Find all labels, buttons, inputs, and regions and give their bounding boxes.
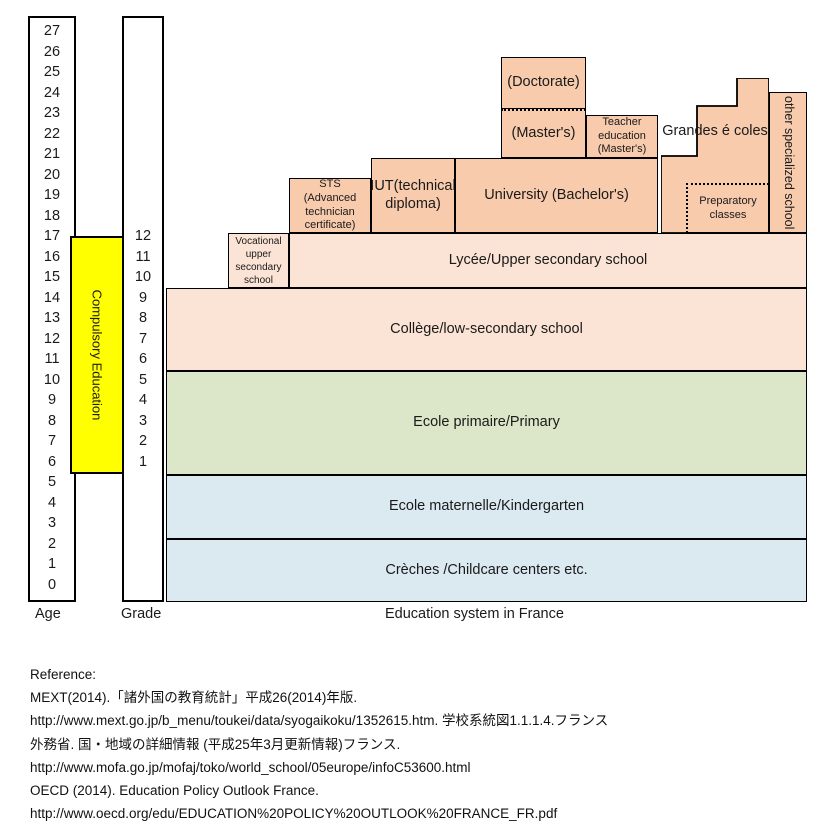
block-vocational-label: Vocational upper secondary school	[235, 235, 282, 286]
grade-tick: 5	[138, 371, 148, 388]
age-tick: 14	[43, 289, 61, 306]
age-tick: 4	[47, 494, 57, 511]
age-tick: 22	[43, 125, 61, 142]
reference-line: http://www.mofa.go.jp/mofaj/toko/world_s…	[30, 759, 471, 775]
age-tick: 2	[47, 535, 57, 552]
reference-line: OECD (2014). Education Policy Outlook Fr…	[30, 783, 319, 799]
block-sts-label: STS (Advanced technician certificate)	[303, 178, 357, 232]
block-ecole-primaire: Ecole primaire/Primary	[166, 371, 807, 475]
age-axis-caption: Age	[35, 606, 61, 622]
grade-tick: 1	[138, 453, 148, 470]
block-sts: STS (Advanced technician certificate)	[289, 178, 371, 233]
grade-axis-column	[122, 16, 164, 602]
block-preparatory-classes: Preparatory classes	[686, 183, 769, 233]
block-teacher-education-label: Teacher education (Master's)	[597, 115, 647, 156]
age-tick: 25	[43, 64, 61, 80]
age-tick: 23	[43, 105, 61, 121]
grade-tick: 8	[138, 310, 148, 326]
age-tick: 10	[43, 371, 61, 388]
grade-tick: 12	[134, 228, 152, 244]
compulsory-education-label: Compulsory Education	[89, 289, 105, 421]
age-tick: 21	[43, 146, 61, 162]
age-tick: 27	[43, 23, 61, 39]
grade-tick: 2	[138, 433, 148, 449]
age-tick: 6	[47, 453, 57, 470]
block-other-specialized-school-label: other specialized school	[781, 95, 796, 230]
block-creches-label: Crèches /Childcare centers etc.	[385, 561, 588, 578]
block-iut-label: IUT(technical diploma)	[371, 177, 455, 212]
grade-tick: 4	[138, 392, 148, 408]
block-lycee-label: Lycée/Upper secondary school	[448, 251, 648, 268]
grade-tick: 7	[138, 330, 148, 347]
block-ecole-primaire-label: Ecole primaire/Primary	[413, 414, 560, 431]
reference-line: http://www.mext.go.jp/b_menu/toukei/data…	[30, 713, 609, 729]
age-tick: 16	[43, 248, 61, 265]
age-tick: 8	[47, 412, 57, 429]
age-tick: 20	[43, 166, 61, 183]
block-masters-label: (Master's)	[511, 125, 576, 142]
block-doctorate-label: (Doctorate)	[507, 74, 580, 91]
age-tick: 11	[44, 351, 60, 367]
block-iut: IUT(technical diploma)	[371, 158, 455, 233]
grade-tick: 10	[134, 269, 152, 285]
age-tick: 12	[43, 330, 61, 347]
reference-line-list: MEXT(2014).「諸外国の教育統計」平成26(2014)年版. http:/…	[30, 686, 820, 823]
grade-tick: 9	[138, 289, 148, 306]
block-college: Collège/low-secondary school	[166, 288, 807, 371]
grade-tick: 11	[135, 248, 151, 265]
reference-heading: Reference:	[30, 667, 97, 682]
block-masters: (Master's)	[501, 109, 586, 158]
block-lycee: Lycée/Upper secondary school	[289, 233, 807, 288]
education-system-diagram: 27 26 25 24 23 22 21 20 19 18 17 16 15 14 13 12 11 10 9 8 7 6…	[0, 0, 840, 823]
reference-line: MEXT(2014).「諸外国の教育統計」平成26(2014)年版.	[30, 690, 358, 706]
block-ecole-maternelle-label: Ecole maternelle/Kindergarten	[388, 498, 585, 515]
block-ecole-maternelle: Ecole maternelle/Kindergarten	[166, 475, 807, 539]
age-tick: 0	[47, 576, 57, 593]
block-college-label: Collège/low-secondary school	[390, 320, 583, 337]
reference-block: Reference: MEXT(2014).「諸外国の教育統計」平成26(201…	[30, 663, 820, 823]
grade-axis-caption: Grade	[121, 606, 162, 622]
reference-line: http://www.oecd.org/edu/EDUCATION%20POLI…	[30, 806, 558, 822]
age-tick: 7	[47, 433, 57, 449]
age-tick: 19	[43, 187, 61, 203]
age-tick: 17	[43, 228, 61, 244]
block-other-specialized-school: other specialized school	[769, 92, 807, 233]
age-tick: 9	[47, 392, 57, 408]
age-tick: 1	[47, 556, 57, 572]
block-university-bachelors-label: University (Bachelor's)	[484, 186, 629, 203]
block-vocational-upper-secondary: Vocational upper secondary school	[228, 233, 289, 288]
grade-tick: 6	[138, 351, 148, 367]
block-university-bachelors: University (Bachelor's)	[455, 158, 658, 233]
block-doctorate: (Doctorate)	[501, 57, 586, 109]
age-tick: 18	[43, 207, 61, 224]
grade-tick: 3	[138, 412, 148, 429]
block-preparatory-classes-label: Preparatory classes	[699, 194, 757, 221]
age-tick: 5	[47, 474, 57, 490]
block-teacher-education: Teacher education (Master's)	[586, 115, 658, 158]
age-tick: 24	[43, 84, 61, 101]
age-tick: 13	[43, 310, 61, 326]
reference-line: 外務省. 国・地域の詳細情報 (平成25年3月更新情報)フランス.	[30, 736, 401, 752]
compulsory-education-band: Compulsory Education	[70, 236, 124, 474]
block-creches: Crèches /Childcare centers etc.	[166, 539, 807, 602]
age-tick: 3	[47, 515, 57, 531]
age-tick: 15	[43, 269, 61, 285]
age-tick: 26	[43, 43, 61, 60]
chart-caption: Education system in France	[385, 606, 564, 622]
